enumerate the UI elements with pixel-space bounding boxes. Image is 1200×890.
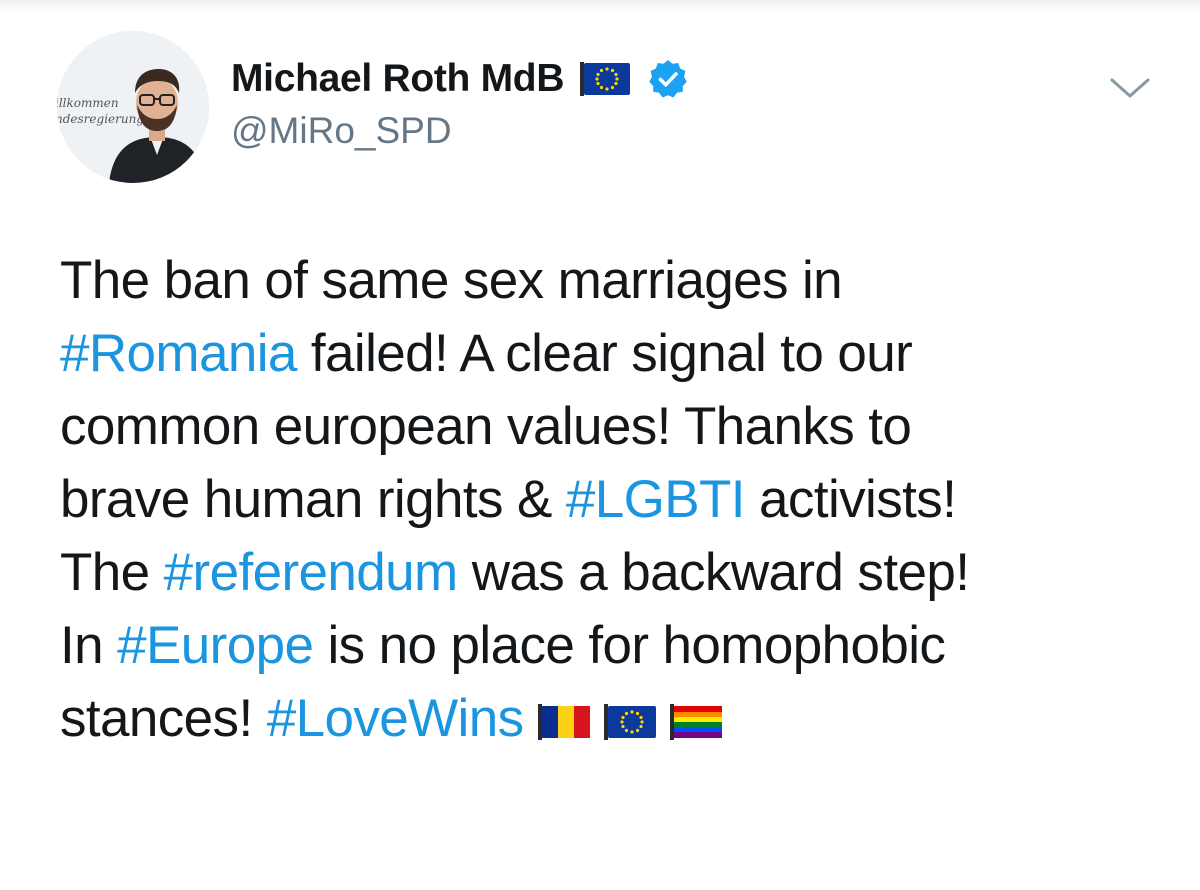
tweet-text-segment: brave human rights &	[60, 470, 566, 529]
tweet-text-segment: is no place for homophobic	[313, 616, 946, 675]
rainbow-flag-icon	[669, 704, 722, 740]
tweet-line-6: In #Europe is no place for homophobic	[60, 609, 1170, 682]
eu-flag-icon	[580, 62, 631, 96]
author-handle[interactable]: @MiRo_SPD	[231, 110, 452, 152]
hashtag-referendum-link[interactable]: #referendum	[164, 543, 459, 602]
tweet-line-7: stances! #LoveWins	[60, 682, 1170, 755]
tweet-line-5: The #referendum was a backward step!	[60, 536, 1170, 609]
tweet-text-segment: stances!	[60, 689, 267, 748]
hashtag-lgbti-link[interactable]: #LGBTI	[566, 470, 746, 529]
tweet-line-1: The ban of same sex marriages in	[60, 244, 1170, 317]
tweet-line-2: #Romania failed! A clear signal to our	[60, 317, 1170, 390]
romania-flag-icon	[537, 704, 590, 740]
chevron-down-icon[interactable]	[1108, 72, 1152, 102]
tweet-line-3: common european values! Thanks to	[60, 390, 1170, 463]
tweet-text-segment: was a backward step!	[457, 543, 970, 602]
verified-badge-icon	[649, 60, 688, 98]
tweet-text-segment: The	[60, 543, 164, 602]
tweet-text-segment: In	[60, 616, 118, 675]
hashtag-lovewins-link[interactable]: #LoveWins	[267, 689, 524, 748]
hashtag-romania-link[interactable]: #Romania	[60, 324, 297, 383]
author-name-row[interactable]: Michael Roth MdB	[231, 54, 688, 104]
tweet-text-segment: The ban of same sex marriages in	[60, 251, 843, 310]
tweet-line-4: brave human rights & #LGBTI activists!	[60, 463, 1170, 536]
top-divider	[0, 0, 1200, 12]
tweet-text-segment: common european values! Thanks to	[60, 397, 912, 456]
avatar[interactable]: illkommen ndesregierung	[57, 31, 209, 183]
eu-flag-icon	[603, 704, 656, 740]
tweet-text-segment: failed! A clear signal to our	[296, 324, 913, 383]
avatar-text-2: ndesregierung	[57, 112, 144, 126]
avatar-text-1: illkommen	[57, 96, 119, 110]
author-display-name[interactable]: Michael Roth MdB	[231, 57, 565, 101]
tweet-text-segment: activists!	[744, 470, 957, 529]
tweet-text: The ban of same sex marriages in #Romani…	[60, 244, 1170, 755]
hashtag-europe-link[interactable]: #Europe	[117, 616, 314, 675]
